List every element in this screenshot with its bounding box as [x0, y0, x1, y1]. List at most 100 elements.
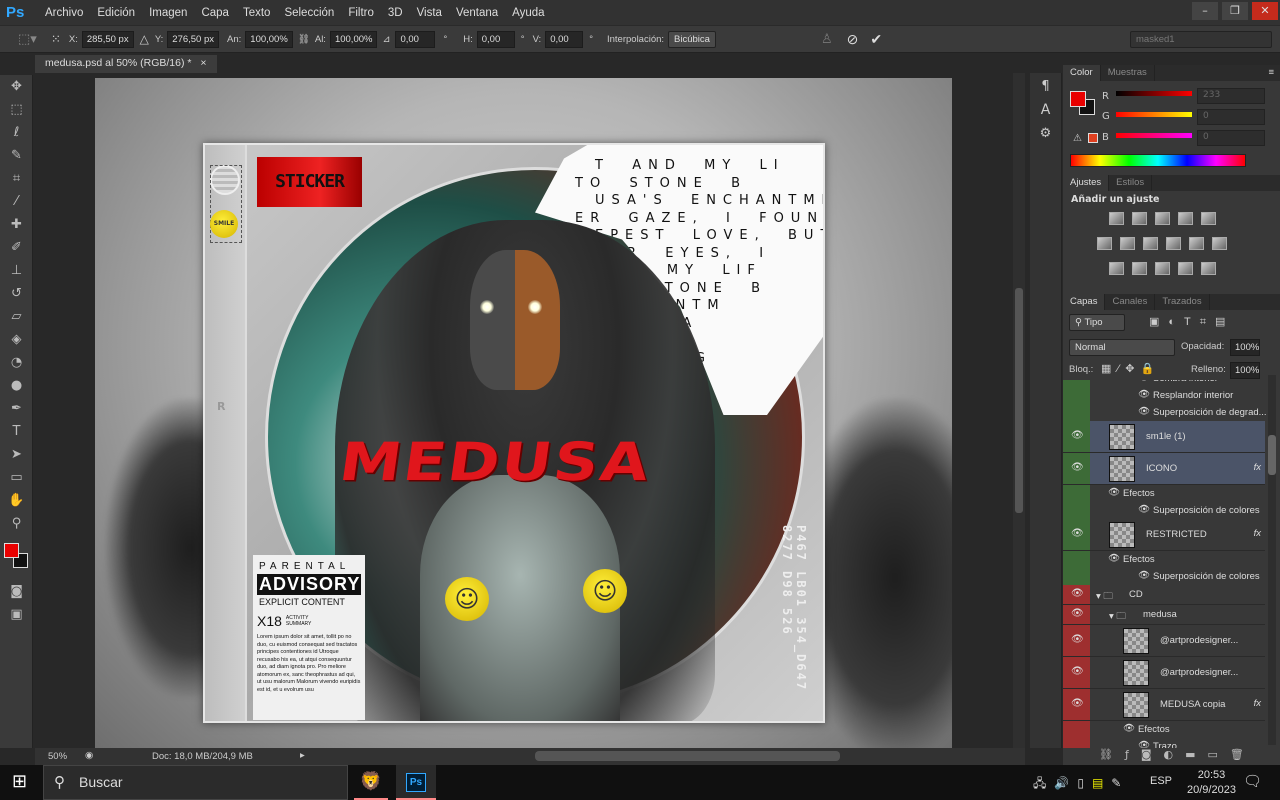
share-icon[interactable]: ◉	[85, 750, 93, 761]
menu-vista[interactable]: Vista	[410, 7, 449, 19]
tab-capas[interactable]: Capas	[1063, 294, 1106, 310]
invert-icon[interactable]	[1109, 262, 1124, 275]
layer-effect-row[interactable]: 👁 Resplandor interior	[1063, 387, 1265, 404]
tab-ajustes[interactable]: Ajustes	[1063, 175, 1110, 191]
curves-icon[interactable]	[1155, 212, 1170, 225]
document-canvas[interactable]: SMILE R STICKER T AND MY LI TO STONE B USA…	[95, 78, 952, 748]
eraser-tool-icon[interactable]: ▱	[0, 305, 33, 328]
quick-mask-icon[interactable]: ◙	[0, 580, 33, 603]
quick-select-tool-icon[interactable]: ✎	[0, 144, 33, 167]
interpolation-select[interactable]: Bicúbica	[668, 30, 716, 48]
layer-filter-icons[interactable]: ▣◐T⌗▤	[1149, 315, 1234, 329]
layer-group-row[interactable]: 👁 ▾ 🗀 medusa	[1063, 605, 1265, 625]
canvas-area[interactable]: SMILE R STICKER T AND MY LI TO STONE B USA…	[35, 73, 1013, 748]
color-balance-icon[interactable]	[1120, 237, 1135, 250]
fx-icon[interactable]: fx	[1254, 698, 1261, 709]
shape-tool-icon[interactable]: ▭	[0, 466, 33, 489]
cancel-transform-icon[interactable]: ⊘	[847, 31, 859, 48]
tab-muestras[interactable]: Muestras	[1101, 65, 1155, 81]
hand-tool-icon[interactable]: ✋	[0, 489, 33, 512]
layer-effect-row[interactable]: 👁 Superposición de colores	[1063, 568, 1265, 585]
selective-color-icon[interactable]	[1178, 262, 1193, 275]
visibility-eye-icon[interactable]: 👁	[1071, 666, 1084, 677]
lasso-tool-icon[interactable]: ℓ	[0, 121, 33, 144]
minimize-button[interactable]: –	[1192, 2, 1218, 20]
gamut-swatch[interactable]	[1088, 133, 1098, 143]
levels-icon[interactable]	[1132, 212, 1147, 225]
tab-estilos[interactable]: Estilos	[1109, 175, 1153, 191]
vertical-scrollbar[interactable]	[1013, 73, 1025, 748]
clock[interactable]: 20:53 20/9/2023	[1187, 768, 1236, 798]
commit-transform-icon[interactable]: ✔	[870, 31, 882, 48]
tool-presets-icon[interactable]: ⚙	[1030, 126, 1061, 141]
menu-ventana[interactable]: Ventana	[449, 7, 505, 19]
visibility-eye-icon[interactable]: 👁	[1123, 723, 1135, 734]
photo-filter-icon[interactable]	[1166, 237, 1181, 250]
hue-saturation-icon[interactable]	[1097, 237, 1112, 250]
gradient-map-icon[interactable]	[1201, 262, 1216, 275]
layer-effect-row[interactable]: 👁 Superposición de degrad...	[1063, 404, 1267, 421]
close-tab-icon[interactable]: ×	[200, 57, 206, 69]
visibility-eye-icon[interactable]: 👁	[1138, 406, 1150, 417]
type-tool-icon[interactable]: T	[0, 420, 33, 443]
g-slider[interactable]	[1116, 112, 1192, 117]
layer-group-row[interactable]: 👁 ▾ 🗀 CD	[1063, 585, 1265, 605]
fill-field[interactable]: 100%	[1230, 362, 1260, 379]
brush-tool-icon[interactable]: ✐	[0, 236, 33, 259]
h-skew-field[interactable]: 0,00	[476, 30, 515, 48]
layers-scrollbar[interactable]	[1268, 375, 1276, 745]
menu-capa[interactable]: Capa	[194, 7, 236, 19]
taskbar-search[interactable]: ⚲ Buscar	[43, 765, 348, 800]
restore-button[interactable]: ❐	[1222, 2, 1248, 20]
menu-texto[interactable]: Texto	[236, 7, 278, 19]
brightness-icon[interactable]	[1109, 212, 1124, 225]
history-brush-icon[interactable]: ↺	[0, 282, 33, 305]
layer-effect-row[interactable]: 👁Sombra interior	[1063, 380, 1265, 387]
layers-scroll-thumb[interactable]	[1268, 435, 1276, 475]
reference-point-icon[interactable]: ⁙	[51, 32, 61, 46]
language-indicator[interactable]: ESP	[1150, 775, 1172, 787]
path-select-icon[interactable]: ➤	[0, 443, 33, 466]
threshold-icon[interactable]	[1155, 262, 1170, 275]
layer-row[interactable]: 👁 sm1le (1)	[1063, 421, 1265, 453]
visibility-eye-icon[interactable]: 👁	[1071, 430, 1084, 441]
layer-effect-row[interactable]: 👁 Superposición de colores	[1063, 502, 1265, 519]
horizontal-scroll-thumb[interactable]	[535, 751, 840, 761]
folder-icon[interactable]: ▾ 🗀	[1109, 609, 1126, 625]
tab-canales[interactable]: Canales	[1105, 294, 1156, 310]
x-field[interactable]: 285,50 px	[81, 30, 134, 48]
character-icon[interactable]: A	[1030, 102, 1061, 118]
visibility-eye-icon[interactable]: 👁	[1138, 504, 1150, 515]
visibility-eye-icon[interactable]: 👁	[1108, 487, 1120, 498]
gamut-warning-icon[interactable]: ⚠	[1073, 133, 1082, 144]
r-value[interactable]: 233	[1197, 88, 1265, 104]
vertical-scroll-thumb[interactable]	[1015, 288, 1023, 513]
layer-effect-row[interactable]: 👁 Efectos	[1063, 485, 1265, 502]
status-menu-arrow-icon[interactable]: ▸	[300, 750, 305, 761]
fx-icon[interactable]: fx	[1254, 528, 1261, 539]
layer-row[interactable]: 👁 RESTRICTED fx	[1063, 519, 1265, 551]
blend-mode-select[interactable]: Normal	[1069, 339, 1175, 356]
black-white-icon[interactable]	[1143, 237, 1158, 250]
paint-bucket-icon[interactable]: ◈	[0, 328, 33, 351]
layer-effect-row[interactable]: 👁 Efectos	[1063, 551, 1265, 568]
layer-row[interactable]: 👁 @artprodesigner...	[1063, 657, 1265, 689]
pen-tool-icon[interactable]: ✒	[0, 397, 33, 420]
brave-browser-icon[interactable]: 🦁	[354, 765, 388, 800]
color-swatches[interactable]	[0, 535, 32, 580]
layer-effect-row[interactable]: 👁 Efectos	[1063, 721, 1265, 738]
marquee-tool-icon[interactable]: ⬚	[0, 98, 33, 121]
menu-archivo[interactable]: Archivo	[38, 7, 90, 19]
visibility-eye-icon[interactable]: 👁	[1071, 634, 1084, 645]
layer-row[interactable]: 👁 ICONO fx	[1063, 453, 1265, 485]
r-slider[interactable]	[1116, 91, 1192, 96]
color-lookup-icon[interactable]	[1212, 237, 1227, 250]
exposure-icon[interactable]	[1178, 212, 1193, 225]
tab-trazados[interactable]: Trazados	[1155, 294, 1210, 310]
notifications-icon[interactable]: 🗨	[1243, 772, 1262, 790]
visibility-eye-icon[interactable]: 👁	[1071, 608, 1084, 619]
stamp-tool-icon[interactable]: ⊥	[0, 259, 33, 282]
angle-field[interactable]: 0,00	[395, 30, 436, 48]
zoom-tool-icon[interactable]: ⚲	[0, 512, 33, 535]
windows-start-icon[interactable]: ⊞	[12, 771, 27, 792]
